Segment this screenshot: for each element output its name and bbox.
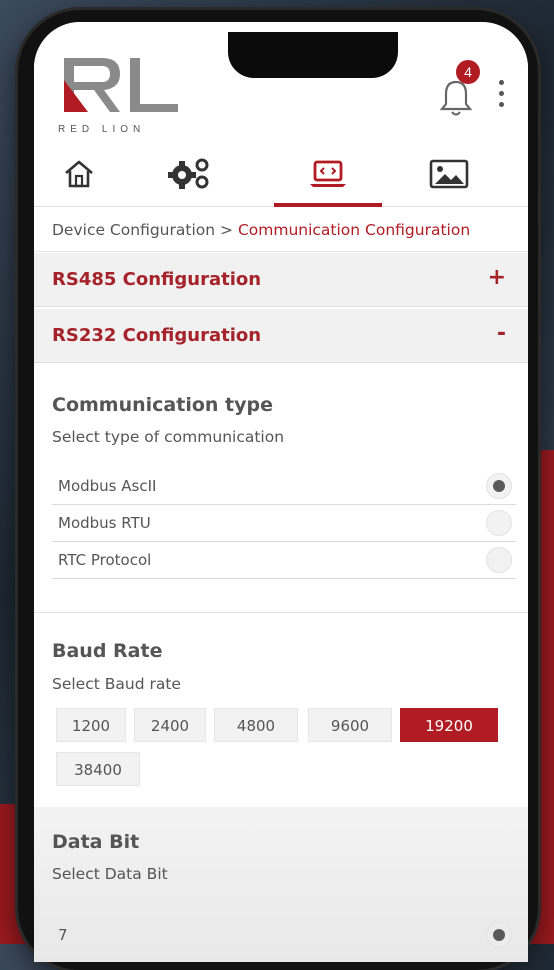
logo-wordmark: RED LION — [58, 124, 146, 135]
data-bit-subtitle: Select Data Bit — [52, 865, 168, 883]
data-bit-section: Data Bit Select Data Bit 7 — [34, 807, 528, 962]
image-icon — [429, 159, 469, 189]
baud-option-9600[interactable]: 9600 — [308, 708, 392, 742]
baud-option-19200-selected[interactable]: 19200 — [400, 708, 498, 742]
kebab-dot — [498, 80, 504, 85]
home-icon — [65, 160, 93, 188]
baud-option-38400[interactable]: 38400 — [56, 752, 140, 786]
section-divider — [34, 612, 528, 613]
radio-label: 7 — [58, 926, 68, 944]
accordion-title: RS485 Configuration — [52, 269, 262, 290]
baud-rate-subtitle: Select Baud rate — [52, 675, 181, 693]
radio-button[interactable] — [486, 922, 512, 948]
radio-label: Modbus RTU — [58, 514, 151, 532]
accordion-title: RS232 Configuration — [52, 325, 262, 346]
tab-settings[interactable] — [144, 142, 234, 206]
kebab-dot — [498, 102, 504, 107]
radio-button[interactable] — [486, 510, 512, 536]
radio-option-modbus-ascii[interactable]: Modbus AscII — [52, 468, 516, 505]
baud-option-2400[interactable]: 2400 — [134, 708, 206, 742]
laptop-code-icon — [310, 160, 346, 187]
breadcrumb: Device Configuration > Communication Con… — [34, 208, 528, 252]
gears-icon — [168, 158, 209, 189]
radio-option-rtc-protocol[interactable]: RTC Protocol — [52, 542, 516, 579]
baud-option-4800[interactable]: 4800 — [214, 708, 298, 742]
rs232-accordion-header[interactable]: RS232 Configuration - — [34, 309, 528, 363]
communication-type-subtitle: Select type of communication — [52, 428, 285, 446]
rs485-accordion-header[interactable]: RS485 Configuration + — [34, 253, 528, 307]
breadcrumb-parent-link[interactable]: Device Configuration — [52, 221, 215, 239]
phone-notch — [228, 32, 398, 78]
radio-button[interactable] — [486, 547, 512, 573]
data-bit-heading: Data Bit — [52, 831, 140, 853]
main-tab-bar — [34, 142, 528, 207]
breadcrumb-current: Communication Configuration — [237, 221, 471, 239]
expand-icon: + — [487, 265, 506, 290]
radio-label: Modbus AscII — [58, 477, 157, 495]
breadcrumb-separator: > — [220, 221, 233, 239]
tab-device[interactable] — [274, 142, 382, 207]
tab-gallery[interactable] — [404, 142, 494, 206]
more-menu-button[interactable] — [494, 74, 508, 114]
radio-option-data-bit-7[interactable]: 7 — [52, 917, 516, 953]
app-screen: RED LION 4 Device Configuration > Commun… — [34, 22, 528, 962]
communication-type-heading: Communication type — [52, 394, 273, 416]
collapse-icon: - — [496, 321, 506, 346]
radio-option-modbus-rtu[interactable]: Modbus RTU — [52, 505, 516, 542]
red-lion-logo — [64, 58, 178, 112]
kebab-dot — [498, 91, 504, 96]
notification-bell-icon[interactable] — [438, 78, 474, 118]
baud-option-1200[interactable]: 1200 — [56, 708, 126, 742]
notification-badge: 4 — [456, 60, 480, 84]
baud-rate-heading: Baud Rate — [52, 640, 163, 662]
radio-button[interactable] — [486, 473, 512, 499]
tab-home[interactable] — [34, 142, 124, 206]
radio-label: RTC Protocol — [58, 551, 152, 569]
